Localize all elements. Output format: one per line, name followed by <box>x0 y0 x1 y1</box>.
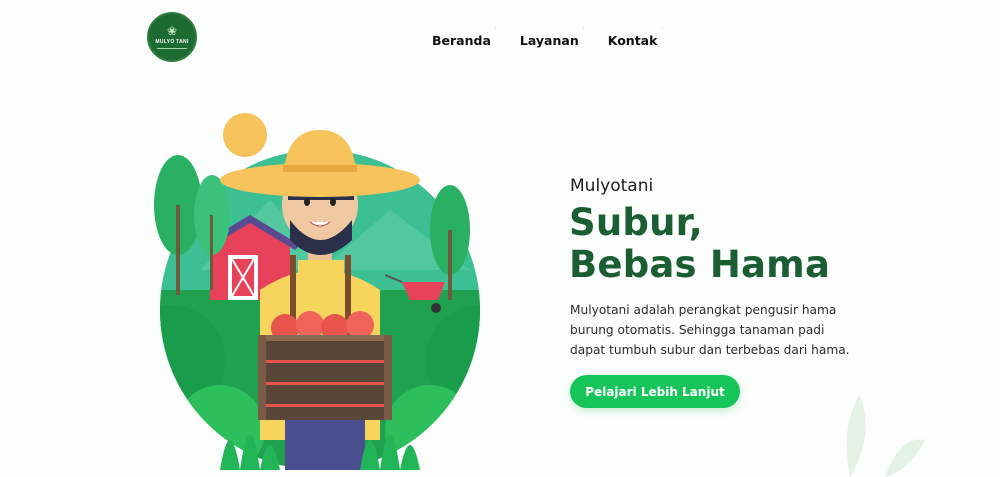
nav-link-beranda[interactable]: Beranda › <box>432 25 497 48</box>
brand-logo[interactable]: ❀ MULYO TANI <box>147 12 197 62</box>
nav-decoration-icon: › <box>661 25 664 32</box>
logo-text: MULYO TANI <box>155 39 189 45</box>
nav-link-layanan[interactable]: Layanan › <box>520 25 585 48</box>
logo-divider <box>157 48 187 49</box>
leaf-icon: ❀ <box>166 24 178 38</box>
farmer-illustration <box>154 113 480 470</box>
tomato-crate <box>258 311 392 420</box>
nav-decoration-icon: › <box>494 25 497 32</box>
hero-eyebrow: Mulyotani <box>570 176 654 196</box>
headline-line-2: Bebas Hama <box>569 243 831 286</box>
hero-headline: Subur, Bebas Hama <box>569 202 830 286</box>
learn-more-button[interactable]: Pelajari Lebih Lanjut <box>570 375 740 408</box>
hero-description: Mulyotani adalah perangkat pengusir hama… <box>570 303 850 357</box>
sun-icon <box>223 113 267 157</box>
decorative-leaf-icon <box>846 395 925 477</box>
nav-link-kontak[interactable]: Kontak › <box>608 25 664 48</box>
main-nav: Beranda › Layanan › Kontak › <box>432 25 664 48</box>
headline-line-1: Subur, <box>569 201 703 244</box>
nav-decoration-icon: › <box>582 25 585 32</box>
